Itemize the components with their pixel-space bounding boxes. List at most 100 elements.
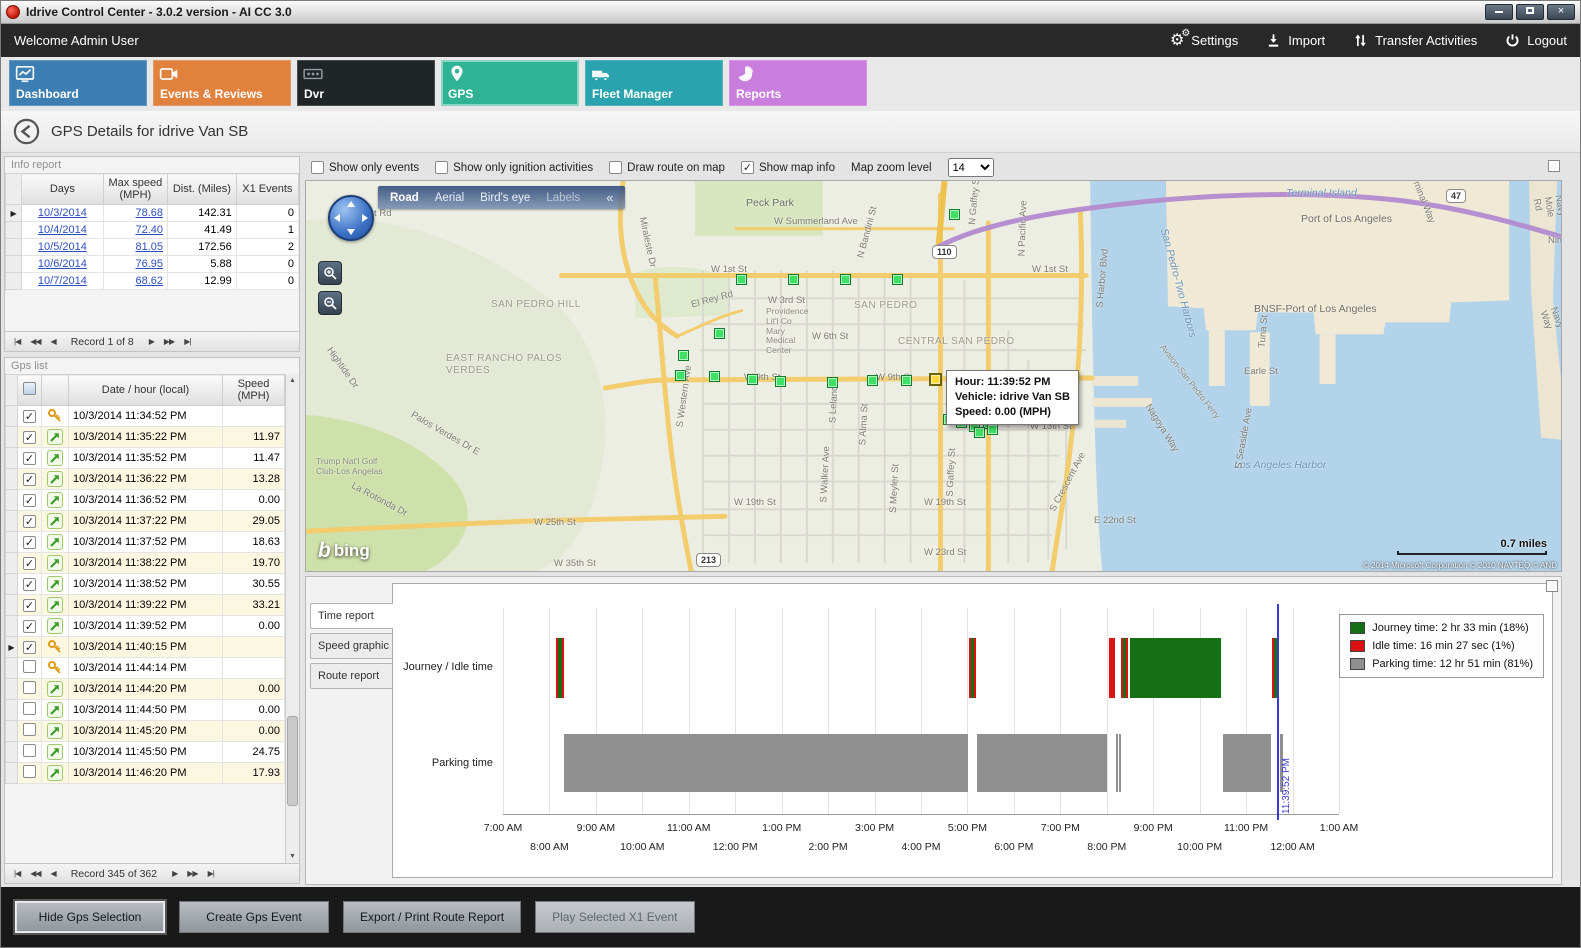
info-report-row[interactable]: 10/6/201476.955.880 — [6, 256, 299, 273]
tab-time-report[interactable]: Time report — [310, 603, 393, 629]
next-page-button[interactable]: ▶▶ — [161, 337, 177, 346]
gps-list-row[interactable]: 10/3/2014 11:46:20 PM17.93 — [6, 763, 285, 784]
checkbox-cell[interactable]: ✓ — [18, 595, 42, 616]
transfer-activities-button[interactable]: Transfer Activities — [1353, 33, 1477, 48]
map-panel-maximize-button[interactable] — [1548, 160, 1560, 172]
gps-list-row[interactable]: ✓10/3/2014 11:38:22 PM19.70 — [6, 553, 285, 574]
checkbox-cell[interactable]: ✓ — [18, 553, 42, 574]
next-record-button[interactable]: ▶ — [146, 337, 157, 346]
scroll-up-icon[interactable]: ▲ — [286, 374, 299, 387]
checkbox-cell[interactable]: ✓ — [18, 427, 42, 448]
info-report-row[interactable]: 10/5/201481.05172.562 — [6, 239, 299, 256]
row-checkbox[interactable]: ✓ — [23, 452, 36, 465]
max-speed-link[interactable]: 78.68 — [103, 205, 167, 222]
max-speed-link[interactable]: 76.95 — [103, 256, 167, 273]
map-zoom-select[interactable]: 14 — [948, 158, 994, 177]
tab-fleet-manager[interactable]: Fleet Manager — [585, 60, 723, 106]
day-link[interactable]: 10/5/2014 — [22, 239, 104, 256]
select-all-header[interactable] — [18, 375, 42, 406]
checkbox-cell[interactable] — [18, 679, 42, 700]
zoom-in-button[interactable] — [318, 261, 342, 285]
titlebar[interactable]: Idrive Control Center - 3.0.2 version - … — [1, 1, 1580, 24]
row-checkbox[interactable]: ✓ — [23, 599, 36, 612]
row-checkbox[interactable]: ✓ — [23, 410, 36, 423]
close-button[interactable]: × — [1547, 4, 1575, 20]
checkbox-box[interactable] — [435, 161, 448, 174]
max-speed-link[interactable]: 68.62 — [103, 273, 167, 290]
maximize-button[interactable] — [1516, 4, 1544, 20]
checkbox-cell[interactable]: ✓ — [18, 637, 42, 658]
row-checkbox[interactable]: ✓ — [23, 620, 36, 633]
gps-list-row[interactable]: ✓10/3/2014 11:39:52 PM0.00 — [6, 616, 285, 637]
column-header-date-hour-local[interactable]: Date / hour (local) — [69, 375, 223, 406]
row-checkbox[interactable] — [23, 723, 36, 736]
row-checkbox[interactable]: ✓ — [23, 431, 36, 444]
settings-button[interactable]: ⚙⚙ Settings — [1170, 33, 1238, 49]
gps-list-row[interactable]: 10/3/2014 11:44:20 PM0.00 — [6, 679, 285, 700]
last-record-button[interactable]: ▶| — [205, 869, 217, 878]
map[interactable]: RoadAerialBird's eyeLabels« Peck ParkCre… — [305, 180, 1562, 572]
create-gps-event-button[interactable]: Create Gps Event — [179, 901, 329, 933]
gps-list-row[interactable]: ✓10/3/2014 11:39:22 PM33.21 — [6, 595, 285, 616]
tab-dvr[interactable]: Dvr — [297, 60, 435, 106]
checkbox-cell[interactable] — [18, 763, 42, 784]
tab-route-report[interactable]: Route report — [310, 663, 392, 689]
gps-list-row[interactable]: 10/3/2014 11:45:20 PM0.00 — [6, 721, 285, 742]
row-checkbox[interactable]: ✓ — [23, 494, 36, 507]
gps-list-row[interactable]: ✓10/3/2014 11:37:52 PM18.63 — [6, 532, 285, 553]
tab-reports[interactable]: Reports — [729, 60, 867, 106]
column-header-speed-mph[interactable]: Speed (MPH) — [223, 375, 285, 406]
next-page-button[interactable]: ▶▶ — [184, 869, 200, 878]
gps-list-row[interactable]: ✓10/3/2014 11:38:52 PM30.55 — [6, 574, 285, 595]
day-link[interactable]: 10/4/2014 — [22, 222, 104, 239]
gps-list-row[interactable]: ✓10/3/2014 11:37:22 PM29.05 — [6, 511, 285, 532]
map-type-aerial[interactable]: Aerial — [435, 192, 464, 204]
gps-point-marker[interactable] — [736, 274, 747, 285]
tab-speed-graphic[interactable]: Speed graphic — [310, 633, 392, 659]
gps-list-row[interactable]: 10/3/2014 11:44:50 PM0.00 — [6, 700, 285, 721]
gps-point-marker[interactable] — [840, 274, 851, 285]
row-checkbox[interactable]: ✓ — [23, 536, 36, 549]
gps-point-marker[interactable] — [714, 328, 725, 339]
play-selected-x1-event-button[interactable]: Play Selected X1 Event — [535, 901, 694, 933]
time-cursor[interactable] — [1277, 604, 1279, 820]
select-all-checkbox[interactable] — [23, 382, 36, 395]
gps-point-marker[interactable] — [747, 374, 758, 385]
map-type-labels[interactable]: Labels — [546, 192, 580, 204]
gps-list-row[interactable]: ▶✓10/3/2014 11:40:15 PM — [6, 637, 285, 658]
prev-record-button[interactable]: ◀ — [48, 869, 59, 878]
checkbox-cell[interactable] — [18, 658, 42, 679]
info-report-row[interactable]: 10/4/201472.4041.491 — [6, 222, 299, 239]
checkbox-cell[interactable]: ✓ — [18, 616, 42, 637]
gps-point-marker[interactable] — [709, 371, 720, 382]
gps-list-row[interactable]: ✓10/3/2014 11:35:52 PM11.47 — [6, 448, 285, 469]
gps-list-row[interactable]: ✓10/3/2014 11:34:52 PM — [6, 406, 285, 427]
gps-list-row[interactable]: ✓10/3/2014 11:36:22 PM13.28 — [6, 469, 285, 490]
prev-record-button[interactable]: ◀ — [48, 337, 59, 346]
checkbox-cell[interactable]: ✓ — [18, 490, 42, 511]
logout-button[interactable]: Logout — [1505, 33, 1567, 48]
gps-list-row[interactable]: ✓10/3/2014 11:36:52 PM0.00 — [6, 490, 285, 511]
checkbox-cell[interactable]: ✓ — [18, 532, 42, 553]
gps-point-marker[interactable] — [678, 350, 689, 361]
gps-list-row[interactable]: ✓10/3/2014 11:35:22 PM11.97 — [6, 427, 285, 448]
map-type-bird-s-eye[interactable]: Bird's eye — [480, 192, 530, 204]
tab-events-reviews[interactable]: Events & Reviews — [153, 60, 291, 106]
column-header-max-speed-mph[interactable]: Max speed (MPH) — [103, 174, 167, 205]
column-header-x1-events[interactable]: X1 Events — [236, 174, 298, 205]
first-record-button[interactable]: |◀ — [11, 869, 23, 878]
gps-point-marker[interactable] — [892, 274, 903, 285]
gps-list-row[interactable]: 10/3/2014 11:45:50 PM24.75 — [6, 742, 285, 763]
info-report-row[interactable]: 10/7/201468.6212.990 — [6, 273, 299, 290]
export-print-route-report-button[interactable]: Export / Print Route Report — [343, 901, 521, 933]
gps-point-marker[interactable] — [974, 427, 985, 438]
checkbox-box[interactable]: ✓ — [741, 161, 754, 174]
column-header-days[interactable]: Days — [22, 174, 104, 205]
checkbox-box[interactable] — [609, 161, 622, 174]
gps-point-marker[interactable] — [949, 209, 960, 220]
gps-point-marker[interactable] — [901, 375, 912, 386]
row-checkbox[interactable] — [23, 660, 36, 673]
chart-panel-maximize-button[interactable] — [1546, 580, 1558, 592]
minimize-button[interactable] — [1485, 4, 1513, 20]
checkbox-cell[interactable] — [18, 721, 42, 742]
